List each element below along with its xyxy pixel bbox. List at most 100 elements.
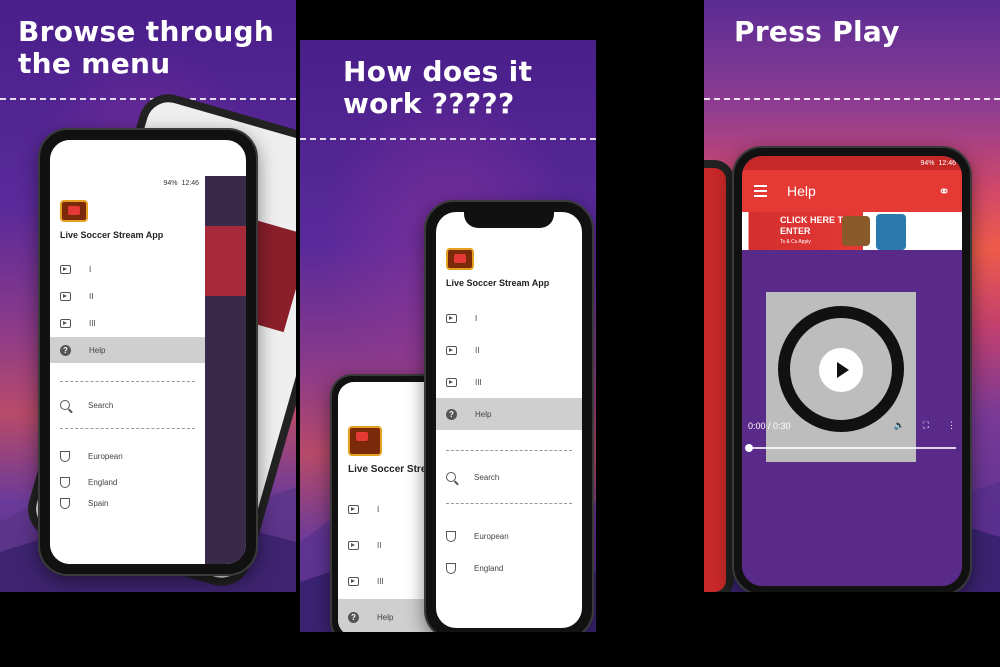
- video-time: 0:00 / 0:30: [748, 420, 791, 431]
- ad-person-image: [876, 214, 906, 250]
- menu-item-i[interactable]: I: [436, 302, 582, 334]
- phone-screen: 94% 12:46 Live Soccer Stream App I II II…: [50, 140, 246, 564]
- menu-item-european[interactable]: European: [50, 443, 205, 469]
- headline-browse: Browse through the menu: [18, 15, 275, 80]
- menu-item-label: III: [475, 377, 482, 387]
- menu-item-help[interactable]: ? Help: [436, 398, 582, 430]
- dashed-divider: [704, 98, 1000, 100]
- menu-separator: [446, 503, 572, 504]
- panel-browse: Browse through the menu 94% 12:46 Live S…: [0, 0, 296, 592]
- background-phone: [704, 160, 734, 592]
- video-progress-track[interactable]: [745, 444, 956, 452]
- video-controls: 0:00 / 0:30 🔈 ⛶ ⋮: [745, 420, 956, 462]
- phone-screen: 94% 12:46 Help ⚭ CLICK HERE TO ENTER Ts …: [742, 156, 962, 586]
- play-circle-icon: [446, 313, 457, 323]
- help-icon: ?: [60, 344, 71, 356]
- app-logo-icon: [60, 200, 88, 222]
- play-circle-icon: [348, 540, 359, 550]
- drawer-scrim[interactable]: [205, 176, 246, 564]
- fullscreen-icon[interactable]: ⛶: [923, 420, 929, 431]
- menu-item-label: II: [377, 540, 382, 550]
- more-vert-icon[interactable]: ⋮: [947, 420, 956, 431]
- menu-item-label: Spain: [88, 498, 109, 508]
- app-name: Live Soccer Stream App: [60, 230, 164, 240]
- trophy-icon: [60, 450, 70, 462]
- menu-item-iii[interactable]: III: [50, 310, 205, 337]
- ad-text-block: CLICK HERE TO ENTER Ts & Cs Apply: [780, 215, 850, 248]
- volume-icon[interactable]: 🔈: [893, 420, 904, 431]
- menu-item-label: Help: [89, 345, 106, 355]
- status-bar: 94% 12:46: [742, 156, 962, 170]
- menu-item-european[interactable]: European: [436, 520, 582, 552]
- play-circle-icon: [60, 265, 71, 274]
- menu-item-label: England: [88, 477, 118, 487]
- phone-help: 94% 12:46 Help ⚭ CLICK HERE TO ENTER Ts …: [732, 146, 972, 592]
- battery-text: 94%: [163, 179, 178, 187]
- menu-item-label: I: [89, 265, 92, 274]
- menu-item-label: Help: [475, 409, 492, 419]
- phone-menu: Live Soccer Stream App I II III ? Help Se…: [424, 200, 594, 632]
- app-logo-icon: [446, 248, 474, 270]
- trophy-icon: [446, 530, 456, 542]
- play-circle-icon: [60, 292, 71, 301]
- phone-notch: [464, 212, 554, 228]
- clock-text: 12:46: [938, 159, 956, 167]
- battery-text: 94%: [920, 159, 935, 167]
- ad-subtext: Ts & Cs Apply: [780, 238, 811, 245]
- dashed-divider: [300, 138, 596, 140]
- help-icon: ?: [446, 408, 457, 420]
- share-icon[interactable]: ⚭: [938, 183, 950, 200]
- ad-banner[interactable]: CLICK HERE TO ENTER Ts & Cs Apply: [742, 212, 962, 250]
- menu-item-label: I: [475, 313, 478, 323]
- play-circle-icon: [348, 576, 359, 586]
- hamburger-icon[interactable]: [754, 185, 767, 197]
- search-icon: [446, 472, 456, 482]
- phone-menu: 94% 12:46 Live Soccer Stream App I II II…: [38, 128, 258, 576]
- menu-separator: [60, 381, 195, 382]
- menu-item-label: England: [474, 563, 504, 573]
- menu-item-search[interactable]: Search: [436, 457, 582, 497]
- menu-item-label: III: [377, 576, 384, 586]
- status-bar: 94% 12:46: [50, 176, 205, 190]
- play-circle-icon: [348, 504, 359, 514]
- menu-item-label: I: [377, 504, 380, 514]
- panel-how: How does it work ????? Live Soccer Strea…: [300, 40, 596, 632]
- menu-item-label: European: [474, 531, 509, 541]
- trophy-icon: [446, 562, 456, 574]
- dashed-divider: [0, 98, 296, 100]
- play-icon[interactable]: [819, 348, 863, 392]
- menu-item-england[interactable]: England: [50, 469, 205, 495]
- menu-item-i[interactable]: I: [50, 256, 205, 283]
- menu-item-label: European: [88, 451, 123, 461]
- app-name-short: Live Soccer Strea: [348, 464, 432, 475]
- menu-item-search[interactable]: Search: [50, 388, 205, 422]
- menu-item-label: Help: [377, 612, 394, 622]
- help-icon: ?: [348, 611, 359, 623]
- menu-item-england[interactable]: England: [436, 552, 582, 584]
- ad-text: CLICK HERE TO ENTER: [780, 214, 850, 236]
- menu-item-label: III: [89, 319, 96, 328]
- ad-food-image: [842, 216, 870, 246]
- scrim-content: [205, 226, 246, 296]
- clock-text: 12:46: [181, 179, 199, 187]
- toolbar-title: Help: [787, 183, 816, 199]
- video-progress-thumb[interactable]: [745, 444, 753, 452]
- play-circle-icon: [446, 377, 457, 387]
- menu-item-ii[interactable]: II: [436, 334, 582, 366]
- menu-item-label: II: [475, 345, 480, 355]
- menu-item-ii[interactable]: II: [50, 283, 205, 310]
- panel-play: Press Play 94% 12:46 Help ⚭ CLICK HERE T…: [704, 0, 1000, 592]
- menu-item-help[interactable]: ? Help: [50, 337, 205, 363]
- trophy-icon: [60, 476, 70, 488]
- app-name: Live Soccer Stream App: [446, 278, 550, 288]
- menu-item-iii[interactable]: III: [436, 366, 582, 398]
- menu-item-spain[interactable]: Spain: [50, 495, 205, 511]
- headline-how: How does it work ?????: [343, 55, 533, 120]
- trophy-icon: [60, 497, 70, 509]
- phone-screen: Live Soccer Stream App I II III ? Help Se…: [436, 212, 582, 628]
- menu-separator: [446, 450, 572, 451]
- menu-item-label: Search: [474, 472, 500, 482]
- headline-play: Press Play: [734, 15, 900, 48]
- menu-separator: [60, 428, 195, 429]
- toolbar: Help ⚭: [742, 170, 962, 212]
